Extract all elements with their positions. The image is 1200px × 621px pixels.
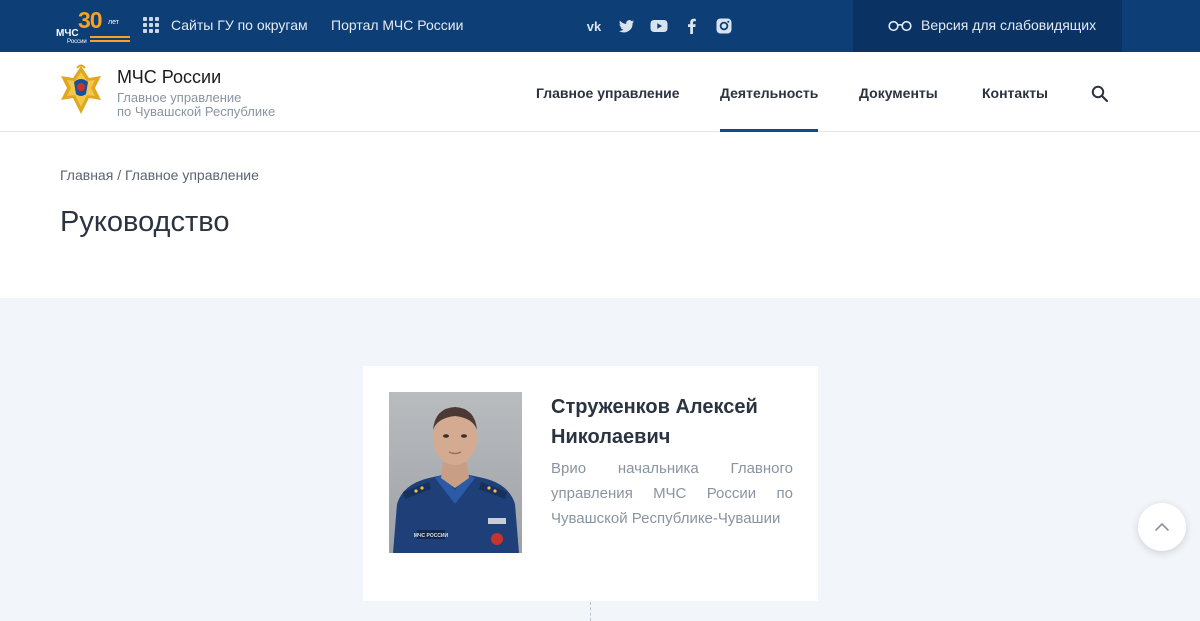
breadcrumb: Главная / Главное управление (60, 167, 259, 183)
youtube-icon[interactable] (649, 16, 669, 36)
mchs-emblem-icon[interactable] (59, 62, 103, 120)
apps-grid-icon[interactable] (143, 17, 159, 33)
logo-brand: МЧС (56, 28, 79, 39)
vk-icon[interactable]: vk (584, 16, 604, 36)
accessibility-button[interactable]: Версия для слабовидящих (853, 0, 1122, 52)
nav-activity[interactable]: Деятельность (720, 85, 818, 101)
scroll-to-top-button[interactable] (1138, 503, 1186, 551)
leader-name[interactable]: Струженков Алексей Николаевич (551, 392, 796, 452)
brand-title[interactable]: МЧС России (117, 67, 221, 88)
anniversary-logo[interactable]: 30 лет МЧС России (56, 7, 132, 47)
dashed-connector (590, 602, 591, 621)
search-icon[interactable] (1091, 85, 1109, 103)
leader-photo: МЧС РОССИИ (389, 392, 522, 553)
chevron-up-icon (1155, 523, 1169, 531)
breadcrumb-current[interactable]: Главное управление (125, 167, 259, 183)
leader-position: Врио начальника Главного управления МЧС … (551, 460, 793, 527)
nav-main-directorate[interactable]: Главное управление (536, 85, 680, 101)
brand-subtitle: Главное управление по Чувашской Республи… (117, 91, 337, 119)
logo-sub: России (67, 39, 87, 45)
leader-card[interactable]: МЧС РОССИИ Струженков Алексей Николаевич… (363, 366, 818, 601)
nav-contacts[interactable]: Контакты (982, 85, 1048, 101)
glasses-icon (888, 20, 912, 32)
uniform-patch-text: МЧС РОССИИ (414, 533, 449, 539)
site-header: МЧС России Главное управление по Чувашск… (0, 52, 1200, 132)
regional-sites-link[interactable]: Сайты ГУ по округам (171, 17, 308, 33)
twitter-icon[interactable] (617, 16, 637, 36)
nav-documents[interactable]: Документы (859, 85, 938, 101)
logo-stripe (90, 36, 130, 38)
mchs-portal-link[interactable]: Портал МЧС России (331, 17, 463, 33)
logo-number: 30 (78, 7, 103, 33)
logo-stripe (90, 40, 130, 42)
page-title: Руководство (60, 206, 230, 238)
instagram-icon[interactable] (714, 16, 734, 36)
brand-subtitle-line: Главное управление (117, 90, 242, 105)
breadcrumb-separator: / (117, 167, 122, 183)
active-nav-indicator (720, 129, 818, 132)
accessibility-label: Версия для слабовидящих (921, 17, 1097, 33)
facebook-icon[interactable] (682, 16, 702, 36)
svg-text:vk: vk (587, 19, 602, 34)
logo-suffix: лет (108, 19, 119, 26)
breadcrumb-home[interactable]: Главная (60, 167, 113, 183)
brand-subtitle-line: по Чувашской Республике (117, 104, 276, 119)
top-bar: 30 лет МЧС России Сайты ГУ по округам По… (0, 0, 1200, 52)
